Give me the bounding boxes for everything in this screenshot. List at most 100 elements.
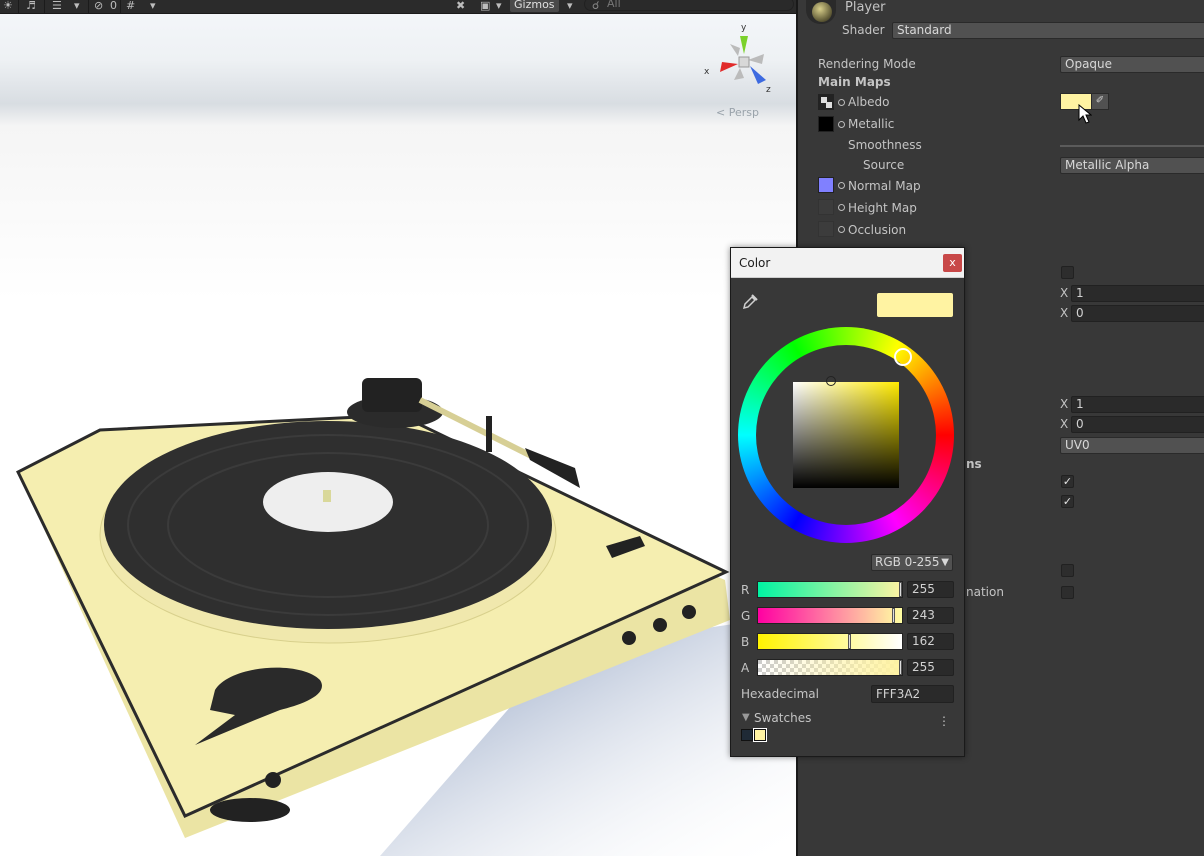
material-preview-icon [806,0,836,24]
perspective-label[interactable]: < Persp [716,106,759,119]
height-map-label: Height Map [848,201,917,215]
control-knob [622,631,636,645]
green-slider[interactable] [757,607,903,624]
color-picker-title: Color [739,256,771,270]
alpha-slider[interactable] [757,659,903,676]
rendering-mode-dropdown[interactable]: Opaque [1060,56,1204,73]
audio-icon[interactable]: ♬ [26,0,36,13]
normal-map-texture-slot[interactable] [818,177,834,193]
toolbar-divider [88,0,89,13]
green-value-field[interactable]: 243 [907,607,954,624]
color-preview-swatch [877,293,953,317]
offset-x-label: X [1060,306,1069,320]
toolbar-divider [120,0,121,13]
foot [210,798,290,822]
tools-icon[interactable]: ✖ [456,0,465,13]
blue-value-field[interactable]: 162 [907,633,954,650]
chevron-down-icon[interactable]: ▾ [567,0,573,13]
foldout-arrow-icon[interactable]: ▼ [742,712,750,723]
toolbar-divider [18,0,19,13]
search-placeholder: All [607,0,621,10]
shader-label: Shader [842,23,885,37]
color-picker-titlebar[interactable]: Color x [731,248,964,278]
red-slider[interactable] [757,581,903,598]
swatch-dark[interactable] [741,729,753,741]
eyedropper-icon[interactable] [741,293,759,311]
metallic-picker-icon[interactable] [838,121,845,128]
spindle [323,490,331,502]
offset-x-field[interactable]: 0 [1071,305,1204,322]
height-map-picker-icon[interactable] [838,204,845,211]
albedo-label: Albedo [848,95,890,109]
grid-icon[interactable]: # [126,0,135,13]
main-maps-header: Main Maps [818,75,891,89]
effects-icon[interactable]: ☰ [52,0,62,13]
red-slider-handle[interactable] [899,582,902,597]
alpha-slider-handle[interactable] [899,660,902,675]
hidden-count: 0 [110,0,117,12]
alpha-channel-label: A [741,661,750,675]
normal-map-picker-icon[interactable] [838,182,845,189]
camera-icon[interactable]: ▣ [480,0,490,13]
tonearm-pivot [362,378,422,412]
gizmo-neg-z-cone [730,44,740,56]
scene-orientation-gizmo[interactable]: y x z [700,22,780,102]
double-sided-gi-checkbox[interactable] [1061,586,1074,599]
blue-slider[interactable] [757,633,903,650]
chevron-down-icon[interactable]: ▾ [74,0,80,13]
turntable-model [16,378,796,856]
scene-view[interactable]: ☀ ♬ ☰ ▾ ⊘ 0 # ▾ ✖ ▣ ▾ Gizmos ▾ All ☌ y x… [0,0,796,856]
alpha-value-field[interactable]: 255 [907,659,954,676]
albedo-picker-icon[interactable] [838,99,845,106]
gpu-instancing-checkbox[interactable] [1061,564,1074,577]
specular-highlights-checkbox[interactable]: ✓ [1061,475,1074,488]
green-slider-handle[interactable] [892,608,895,623]
mouse-cursor-icon [1078,104,1092,124]
secondary-tiling-x-label: X [1060,397,1069,411]
search-icon: ☌ [592,0,600,12]
height-map-texture-slot[interactable] [818,199,834,215]
secondary-tiling-x-field[interactable]: 1 [1071,396,1204,413]
search-input[interactable]: All [584,0,794,11]
red-channel-label: R [741,583,750,597]
hidden-objects-icon[interactable]: ⊘ [94,0,103,13]
close-button[interactable]: x [943,254,962,272]
color-picker-window[interactable]: Color x RGB 0-255 ▼ R 255 G 243 B 162 A … [730,247,965,757]
light-icon[interactable]: ☀ [3,0,13,13]
detail-mask-checkbox[interactable] [1061,266,1074,279]
gizmo-center-cube[interactable] [738,56,750,68]
gizmos-button[interactable]: Gizmos [510,0,559,12]
uv-set-dropdown[interactable]: UV0 [1060,437,1204,454]
swatches-menu-icon[interactable]: ⋮ [938,714,950,728]
secondary-offset-x-field[interactable]: 0 [1071,416,1204,433]
chevron-down-icon[interactable]: ▾ [150,0,156,13]
smoothness-label: Smoothness [848,138,922,152]
occlusion-texture-slot[interactable] [818,221,834,237]
shader-dropdown[interactable]: Standard [892,22,1204,39]
color-mode-dropdown[interactable]: RGB 0-255 ▼ [871,554,953,571]
gizmo-x-cone[interactable] [720,62,738,72]
gizmo-y-cone[interactable] [740,36,748,54]
green-channel-label: G [741,609,751,623]
albedo-texture-slot[interactable] [818,94,834,110]
gizmo-z-cone[interactable] [750,66,766,84]
hue-handle[interactable] [894,348,912,366]
chevron-down-icon[interactable]: ▾ [496,0,502,13]
saturation-value-handle[interactable] [826,376,836,386]
blue-slider-handle[interactable] [848,634,851,649]
hexadecimal-field[interactable]: FFF3A2 [871,685,954,703]
hexadecimal-label: Hexadecimal [741,687,819,701]
occlusion-picker-icon[interactable] [838,226,845,233]
tiling-x-field[interactable]: 1 [1071,285,1204,302]
metallic-texture-slot[interactable] [818,116,834,132]
chevron-down-icon: ▼ [941,557,949,568]
source-dropdown[interactable]: Metallic Alpha [1060,157,1204,174]
swatch-yellow[interactable] [753,728,767,742]
saturation-value-square[interactable] [793,382,899,488]
swatches-header[interactable]: Swatches [754,711,811,725]
reflections-checkbox[interactable]: ✓ [1061,495,1074,508]
smoothness-slider[interactable] [1060,145,1204,147]
red-value-field[interactable]: 255 [907,581,954,598]
double-sided-gi-label: nation [966,585,1004,599]
eyedropper-icon[interactable]: ✐ [1091,93,1109,110]
